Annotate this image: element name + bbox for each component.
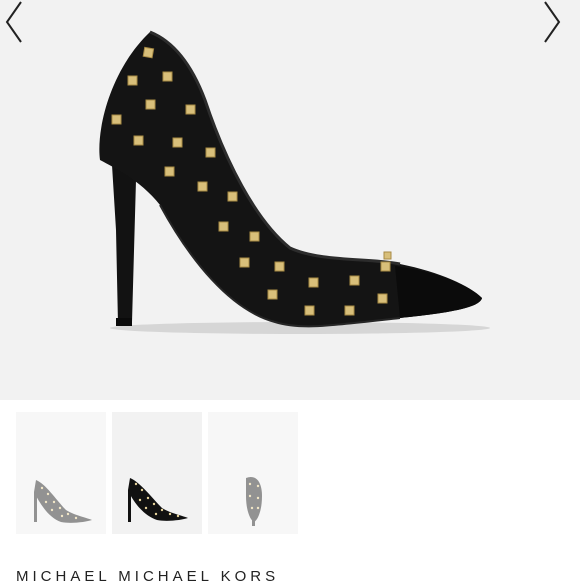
previous-image-button[interactable]	[4, 0, 38, 50]
product-image-viewer[interactable]	[0, 0, 580, 400]
thumbnail-strip	[16, 412, 298, 534]
product-main-image	[99, 30, 490, 334]
chevron-left-icon	[5, 1, 22, 43]
chevron-right-icon	[544, 1, 561, 43]
brand-name: MICHAEL MICHAEL KORS	[16, 568, 280, 585]
thumbnail-3[interactable]	[208, 412, 298, 534]
thumbnail-1-image	[34, 480, 92, 523]
next-image-button[interactable]	[542, 0, 576, 50]
thumbnail-2-image	[128, 478, 188, 522]
thumbnail-3-image	[246, 476, 262, 526]
thumbnail-1[interactable]	[16, 412, 106, 534]
thumbnail-2[interactable]	[112, 412, 202, 534]
